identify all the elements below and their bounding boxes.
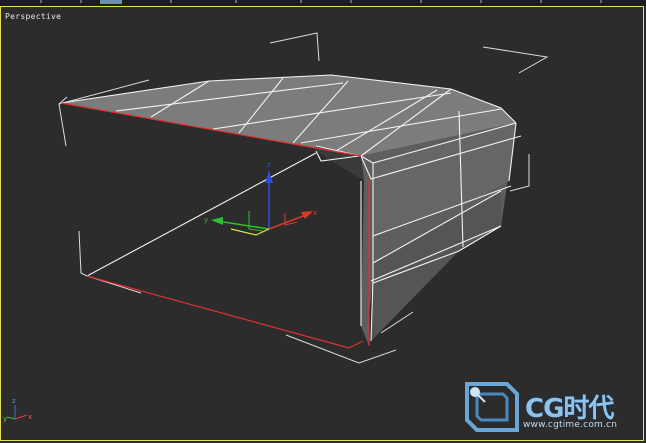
top-strip-tick bbox=[40, 0, 42, 3]
view-axis-tripod: z y x bbox=[3, 397, 32, 423]
bbox-corner bbox=[78, 230, 142, 294]
bbox-corner bbox=[509, 154, 530, 192]
top-strip-tick bbox=[300, 0, 302, 3]
gizmo-y-label: y bbox=[204, 216, 208, 224]
gizmo-z-label: z bbox=[267, 161, 271, 169]
top-strip-tick bbox=[350, 0, 352, 3]
transform-gizmo[interactable]: z y x bbox=[204, 161, 317, 236]
bbox-corner bbox=[285, 334, 397, 364]
gizmo-y-axis[interactable] bbox=[216, 220, 270, 230]
top-strip-active-button[interactable] bbox=[100, 0, 122, 4]
top-strip-tick bbox=[540, 0, 542, 3]
tripod-y-label: y bbox=[3, 415, 7, 423]
top-strip-tick bbox=[600, 0, 602, 3]
gizmo-x-label: x bbox=[313, 209, 317, 217]
perspective-viewport[interactable]: Perspective z y x z y x CG时代 www.cgtime.… bbox=[0, 6, 644, 441]
cg-logo-icon bbox=[465, 382, 519, 432]
bbox-corner bbox=[269, 32, 320, 62]
watermark-url: www.cgtime.com.cn bbox=[523, 420, 618, 430]
bbox-corner bbox=[482, 46, 549, 74]
cgtime-watermark: CG时代 www.cgtime.com.cn bbox=[463, 378, 633, 436]
top-strip-tick bbox=[80, 0, 82, 3]
scene-canvas[interactable]: z y x z y x bbox=[1, 7, 644, 441]
top-strip-tick bbox=[170, 0, 172, 3]
top-strip-tick bbox=[420, 0, 422, 3]
top-strip-tick bbox=[235, 0, 237, 3]
gizmo-x-arrow[interactable] bbox=[301, 211, 313, 219]
tripod-z-label: z bbox=[12, 397, 16, 405]
top-strip-tick bbox=[480, 0, 482, 3]
gizmo-y-arrow[interactable] bbox=[211, 217, 223, 225]
gizmo-plane-xy[interactable] bbox=[230, 228, 270, 236]
tripod-x-label: x bbox=[28, 413, 32, 421]
